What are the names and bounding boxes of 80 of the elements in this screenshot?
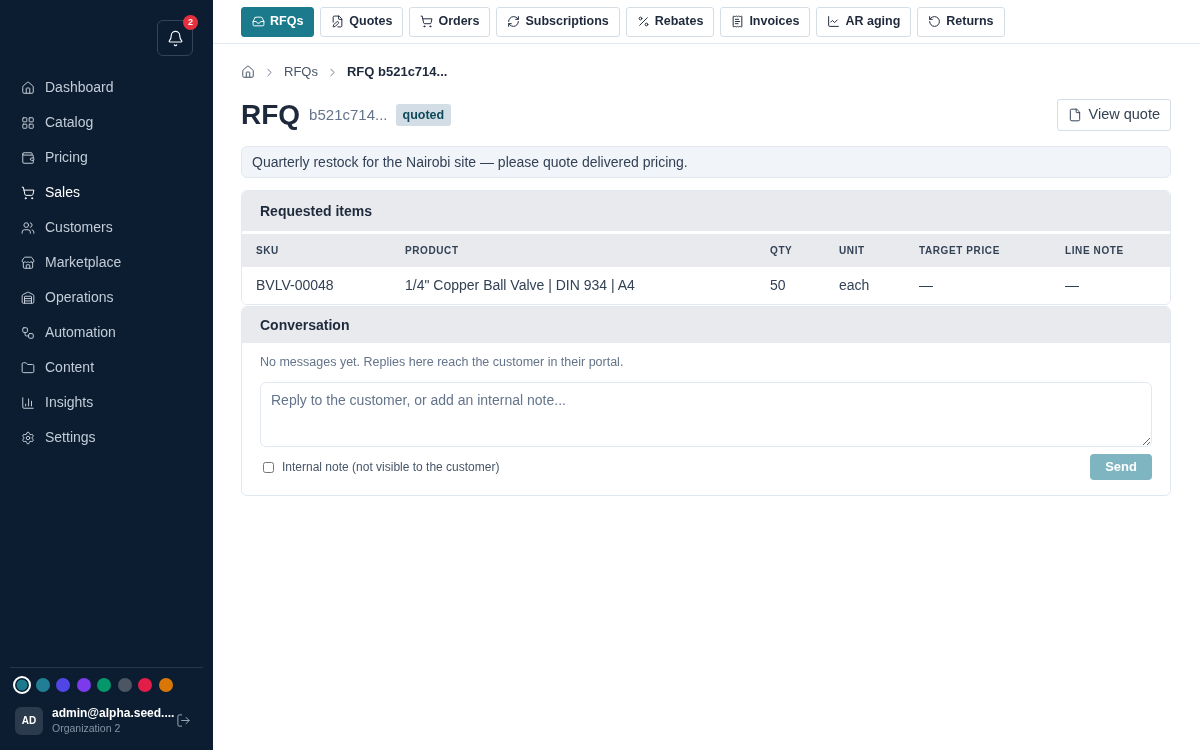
nav-item[interactable]: Content xyxy=(0,350,213,385)
file-icon xyxy=(1067,108,1082,122)
tab[interactable]: Subscriptions xyxy=(496,6,620,37)
page-title: RFQ xyxy=(241,101,301,129)
receipt-icon xyxy=(731,15,745,28)
house-icon xyxy=(241,65,255,79)
tab[interactable]: Quotes xyxy=(320,6,404,37)
notification-count-badge: 2 xyxy=(183,15,198,30)
theme-swatch[interactable] xyxy=(156,676,175,694)
tab[interactable]: Orders xyxy=(409,6,491,37)
tab[interactable]: AR aging xyxy=(816,6,912,37)
breadcrumb-link[interactable]: RFQ b521c714... xyxy=(346,62,448,82)
view-quote-button[interactable]: View quote xyxy=(1056,99,1171,131)
internal-note-label: Internal note (not visible to the customer) xyxy=(282,459,500,476)
status-badge: quoted xyxy=(395,104,452,126)
nav-item[interactable]: Customers xyxy=(0,210,213,245)
nav-item[interactable]: Operations xyxy=(0,280,213,315)
settings-icon xyxy=(21,430,35,445)
user-email: admin@alpha.seed.... xyxy=(52,706,176,721)
nav-item[interactable]: Settings xyxy=(0,420,213,455)
reply-field[interactable]: Reply to the customer, or add an internal note... xyxy=(260,382,1152,447)
empty-conversation-text: No messages yet. Replies here reach the customer in their portal. xyxy=(260,354,625,371)
house-icon xyxy=(21,80,35,95)
cart-icon xyxy=(420,15,434,28)
grid-icon xyxy=(21,115,35,130)
nav-item[interactable]: Sales xyxy=(0,175,213,210)
tab[interactable]: RFQs xyxy=(241,6,315,37)
theme-swatch[interactable] xyxy=(33,676,52,694)
warehouse-icon xyxy=(21,290,35,305)
nav-item[interactable]: Insights xyxy=(0,385,213,420)
card-title: Conversation xyxy=(260,315,350,335)
tab[interactable]: Invoices xyxy=(720,6,811,37)
table-cell-text: — xyxy=(1065,276,1080,295)
nav-item[interactable]: Pricing xyxy=(0,140,213,175)
tab[interactable]: Rebates xyxy=(625,6,715,37)
inbox-icon xyxy=(252,15,265,28)
table-cell-text: BVLV-00048 xyxy=(256,276,335,295)
bell-icon xyxy=(166,29,184,47)
card-title: Requested items xyxy=(260,201,373,221)
percent-icon xyxy=(636,15,650,28)
theme-swatch[interactable] xyxy=(74,676,93,694)
logout-button[interactable] xyxy=(176,713,191,728)
theme-swatch[interactable] xyxy=(115,676,134,694)
workflow-icon xyxy=(21,325,35,340)
internal-note-checkbox[interactable] xyxy=(263,461,274,473)
organization-name: Organization 2 xyxy=(52,721,122,735)
table-cell-text: 1/4" Copper Ball Valve | DIN 934 | A4 xyxy=(405,276,636,295)
rotate-left-icon xyxy=(928,15,942,28)
theme-swatch[interactable] xyxy=(95,676,113,694)
column-header: TARGET PRICE xyxy=(919,244,1001,258)
file-pen-icon xyxy=(331,15,345,28)
column-header: LINE NOTE xyxy=(1065,244,1125,258)
refresh-icon xyxy=(507,15,521,28)
column-header: UNIT xyxy=(839,244,866,258)
table-cell-text: each xyxy=(839,276,871,295)
table-cell-text: — xyxy=(919,276,934,295)
nav-item[interactable]: Marketplace xyxy=(0,245,213,280)
user-avatar: AD xyxy=(15,706,43,735)
cart-icon xyxy=(21,185,35,200)
store-icon xyxy=(21,255,35,270)
wallet-icon xyxy=(21,150,35,165)
rfq-id: b521c714... xyxy=(309,104,388,125)
tab[interactable]: Returns xyxy=(917,6,1005,37)
home-link[interactable] xyxy=(241,65,255,79)
theme-swatch[interactable] xyxy=(136,676,154,694)
column-header: PRODUCT xyxy=(405,244,460,258)
note-banner: Quarterly restock for the Nairobi site — please quote delivered pricing. xyxy=(241,146,1171,178)
bar-chart-icon xyxy=(21,395,35,410)
logout-icon xyxy=(176,713,191,728)
breadcrumb-link[interactable]: RFQs xyxy=(284,62,318,82)
column-header: SKU xyxy=(256,244,280,258)
nav-item[interactable]: Dashboard xyxy=(0,70,213,105)
column-header: QTY xyxy=(770,244,794,258)
nav-item[interactable]: Catalog xyxy=(0,105,213,140)
folder-icon xyxy=(21,360,35,375)
theme-swatch[interactable] xyxy=(54,676,72,694)
line-chart-icon xyxy=(827,15,841,28)
table-cell-text: 50 xyxy=(770,276,787,295)
users-icon xyxy=(21,220,35,235)
nav-item[interactable]: Automation xyxy=(0,315,213,350)
